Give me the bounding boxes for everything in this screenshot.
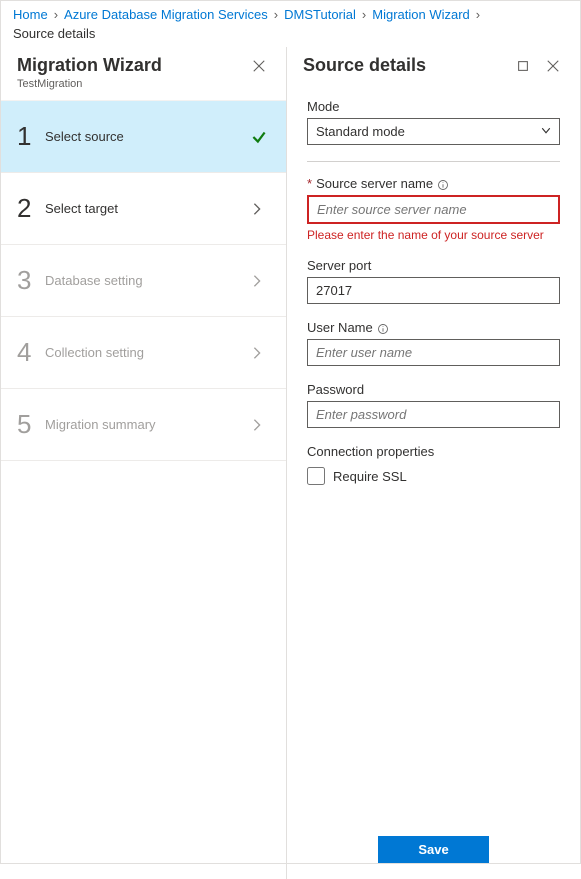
breadcrumb-current: Source details [13,26,95,41]
step-label: Database setting [45,273,250,288]
wizard-step-select-target[interactable]: 2 Select target [1,173,286,245]
label-text: Source server name [316,176,433,191]
wizard-panel: Migration Wizard TestMigration 1 Select … [1,47,287,879]
wizard-title: Migration Wizard [17,55,162,76]
step-label: Collection setting [45,345,250,360]
step-label: Migration summary [45,417,250,432]
step-number: 5 [17,409,45,440]
close-details-button[interactable] [542,55,564,79]
chevron-right-icon [250,418,270,432]
wizard-header: Migration Wizard TestMigration [1,47,286,101]
required-star-icon: * [307,176,312,191]
step-label: Select target [45,201,250,216]
wizard-subtitle: TestMigration [17,78,162,90]
label-text: User Name [307,320,373,335]
check-icon [250,128,270,146]
source-server-row: * Source server name Please enter the na… [307,176,560,242]
breadcrumb-link-dmstutorial[interactable]: DMSTutorial [284,7,356,22]
user-name-row: User Name [307,320,560,366]
step-number: 4 [17,337,45,368]
chevron-right-icon: › [362,7,366,22]
wizard-step-migration-summary[interactable]: 5 Migration summary [1,389,286,461]
require-ssl-checkbox[interactable] [307,467,325,485]
wizard-step-database-setting[interactable]: 3 Database setting [1,245,286,317]
source-details-form: Mode Standard mode * Source server name [287,89,580,826]
server-port-input[interactable] [307,277,560,304]
chevron-right-icon: › [476,7,480,22]
source-server-error: Please enter the name of your source ser… [307,228,560,242]
chevron-right-icon: › [54,7,58,22]
pin-icon [516,61,530,76]
user-name-input[interactable] [307,339,560,366]
source-details-header: Source details [287,47,580,89]
close-wizard-button[interactable] [248,55,270,79]
step-number: 2 [17,193,45,224]
wizard-step-collection-setting[interactable]: 4 Collection setting [1,317,286,389]
breadcrumb-link-adms[interactable]: Azure Database Migration Services [64,7,268,22]
mode-label: Mode [307,99,560,114]
step-number: 3 [17,265,45,296]
breadcrumb: Home › Azure Database Migration Services… [1,1,580,47]
mode-row: Mode Standard mode [307,99,560,145]
chevron-right-icon: › [274,7,278,22]
user-name-label: User Name [307,320,560,335]
step-number: 1 [17,121,45,152]
connection-properties-title: Connection properties [307,444,560,459]
source-server-label: * Source server name [307,176,560,191]
info-icon[interactable] [377,320,389,335]
connection-properties-section: Connection properties Require SSL [307,444,560,485]
wizard-step-select-source[interactable]: 1 Select source [1,101,286,173]
save-button[interactable]: Save [378,836,488,863]
close-icon [546,61,560,76]
server-port-row: Server port [307,258,560,304]
info-icon[interactable] [437,176,449,191]
source-details-panel: Source details Mode S [287,47,580,879]
require-ssl-label: Require SSL [333,469,407,484]
close-icon [252,61,266,76]
chevron-right-icon [250,346,270,360]
source-details-title: Source details [303,55,426,76]
chevron-right-icon [250,202,270,216]
password-label: Password [307,382,560,397]
panel-footer: Save [287,826,580,879]
source-server-input[interactable] [307,195,560,224]
mode-select[interactable]: Standard mode [307,118,560,145]
password-row: Password [307,382,560,428]
wizard-steps: 1 Select source 2 Select target 3 Databa… [1,101,286,879]
breadcrumb-link-home[interactable]: Home [13,7,48,22]
section-divider [307,161,560,162]
server-port-label: Server port [307,258,560,273]
breadcrumb-link-migration-wizard[interactable]: Migration Wizard [372,7,470,22]
password-input[interactable] [307,401,560,428]
chevron-right-icon [250,274,270,288]
pin-button[interactable] [512,55,534,79]
step-label: Select source [45,129,250,144]
